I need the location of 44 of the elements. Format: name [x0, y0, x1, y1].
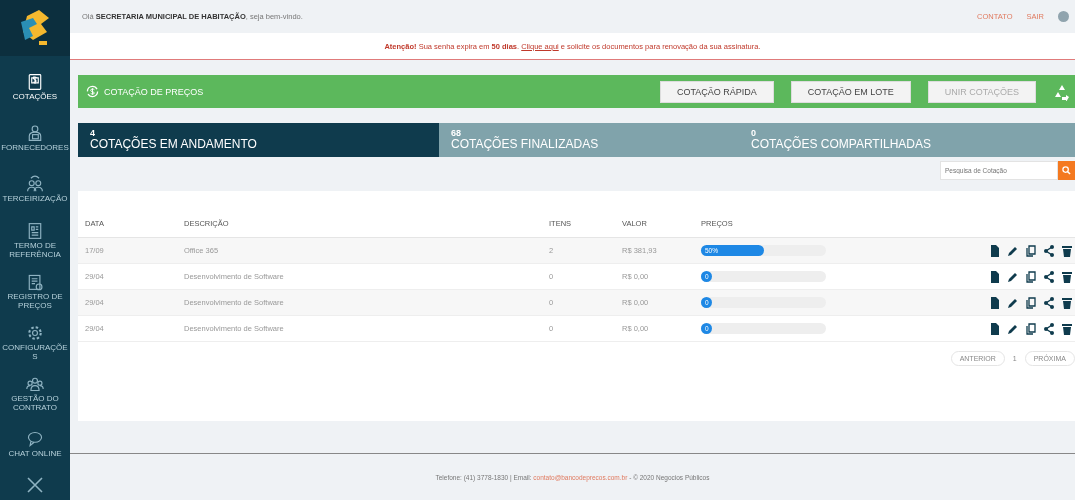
file-icon[interactable] — [989, 244, 1001, 257]
trash-icon[interactable] — [1061, 322, 1073, 335]
share-icon[interactable] — [1043, 244, 1055, 257]
file-icon[interactable] — [989, 270, 1001, 283]
sidebar-item[interactable]: COTAÇÕES — [0, 62, 70, 113]
register-icon — [26, 273, 44, 292]
toolbar-title: COTAÇÃO DE PREÇOS — [104, 86, 204, 97]
file-icon[interactable] — [989, 296, 1001, 309]
trash-icon[interactable] — [1061, 244, 1073, 257]
copy-icon[interactable] — [1025, 322, 1037, 335]
copy-icon[interactable] — [1025, 296, 1037, 309]
people-icon — [26, 175, 44, 194]
sidebar-item[interactable]: FORNECEDORES — [0, 113, 70, 164]
document-icon — [26, 222, 44, 241]
search-icon — [1062, 166, 1071, 175]
search-button[interactable] — [1058, 161, 1075, 180]
pencil-icon[interactable] — [1007, 322, 1019, 335]
copy-icon[interactable] — [1025, 244, 1037, 257]
sidebar-item[interactable]: TERMO DE REFERÊNCIA — [0, 215, 70, 266]
share-icon[interactable] — [1043, 296, 1055, 309]
chat-icon — [26, 430, 44, 449]
sidebar-item[interactable]: TERCEIRIZAÇÃO — [0, 164, 70, 215]
dollar-refresh-icon — [86, 85, 99, 98]
pencil-icon[interactable] — [1007, 244, 1019, 257]
file-icon[interactable] — [989, 322, 1001, 335]
status-tab[interactable]: 4 COTAÇÕES EM ANDAMENTO — [78, 123, 439, 157]
sidebar-item[interactable]: GESTÃO DO CONTRATO — [0, 368, 70, 419]
sidebar-item[interactable]: REGISTRO DE PREÇOS — [0, 266, 70, 317]
pencil-icon[interactable] — [1007, 296, 1019, 309]
toolbar-button[interactable]: COTAÇÃO RÁPIDA — [659, 80, 774, 103]
quote-icon — [26, 73, 44, 92]
share-icon[interactable] — [1043, 270, 1055, 283]
gear-icon — [26, 324, 44, 343]
trash-icon[interactable] — [1061, 270, 1073, 283]
toolbar-button[interactable]: COTAÇÃO EM LOTE — [790, 80, 911, 103]
copy-icon[interactable] — [1025, 270, 1037, 283]
sidebar-item[interactable]: CHAT ONLINE — [0, 419, 70, 470]
group-icon — [26, 375, 44, 394]
supplier-icon — [26, 124, 44, 143]
sidebar-item[interactable]: CONFIGURAÇÕES — [0, 317, 70, 368]
trash-icon[interactable] — [1061, 296, 1073, 309]
pencil-icon[interactable] — [1007, 270, 1019, 283]
close-icon[interactable] — [26, 476, 44, 494]
share-icon[interactable] — [1043, 322, 1055, 335]
